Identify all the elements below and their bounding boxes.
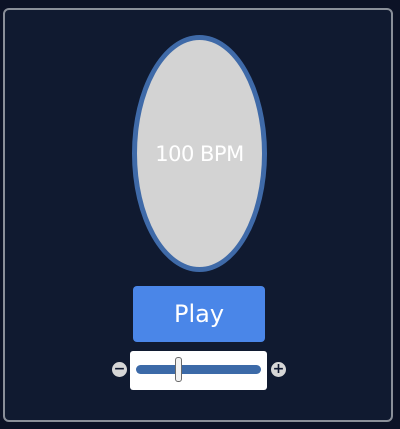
slider-track[interactable] (136, 365, 261, 374)
tempo-dial: 100 BPM (132, 35, 267, 272)
tempo-slider[interactable] (130, 351, 267, 390)
slider-thumb[interactable] (174, 357, 182, 382)
minus-icon[interactable]: − (112, 362, 127, 377)
play-button[interactable]: Play (133, 286, 265, 342)
tempo-display: 100 BPM (155, 141, 244, 166)
plus-icon[interactable]: + (271, 362, 286, 377)
